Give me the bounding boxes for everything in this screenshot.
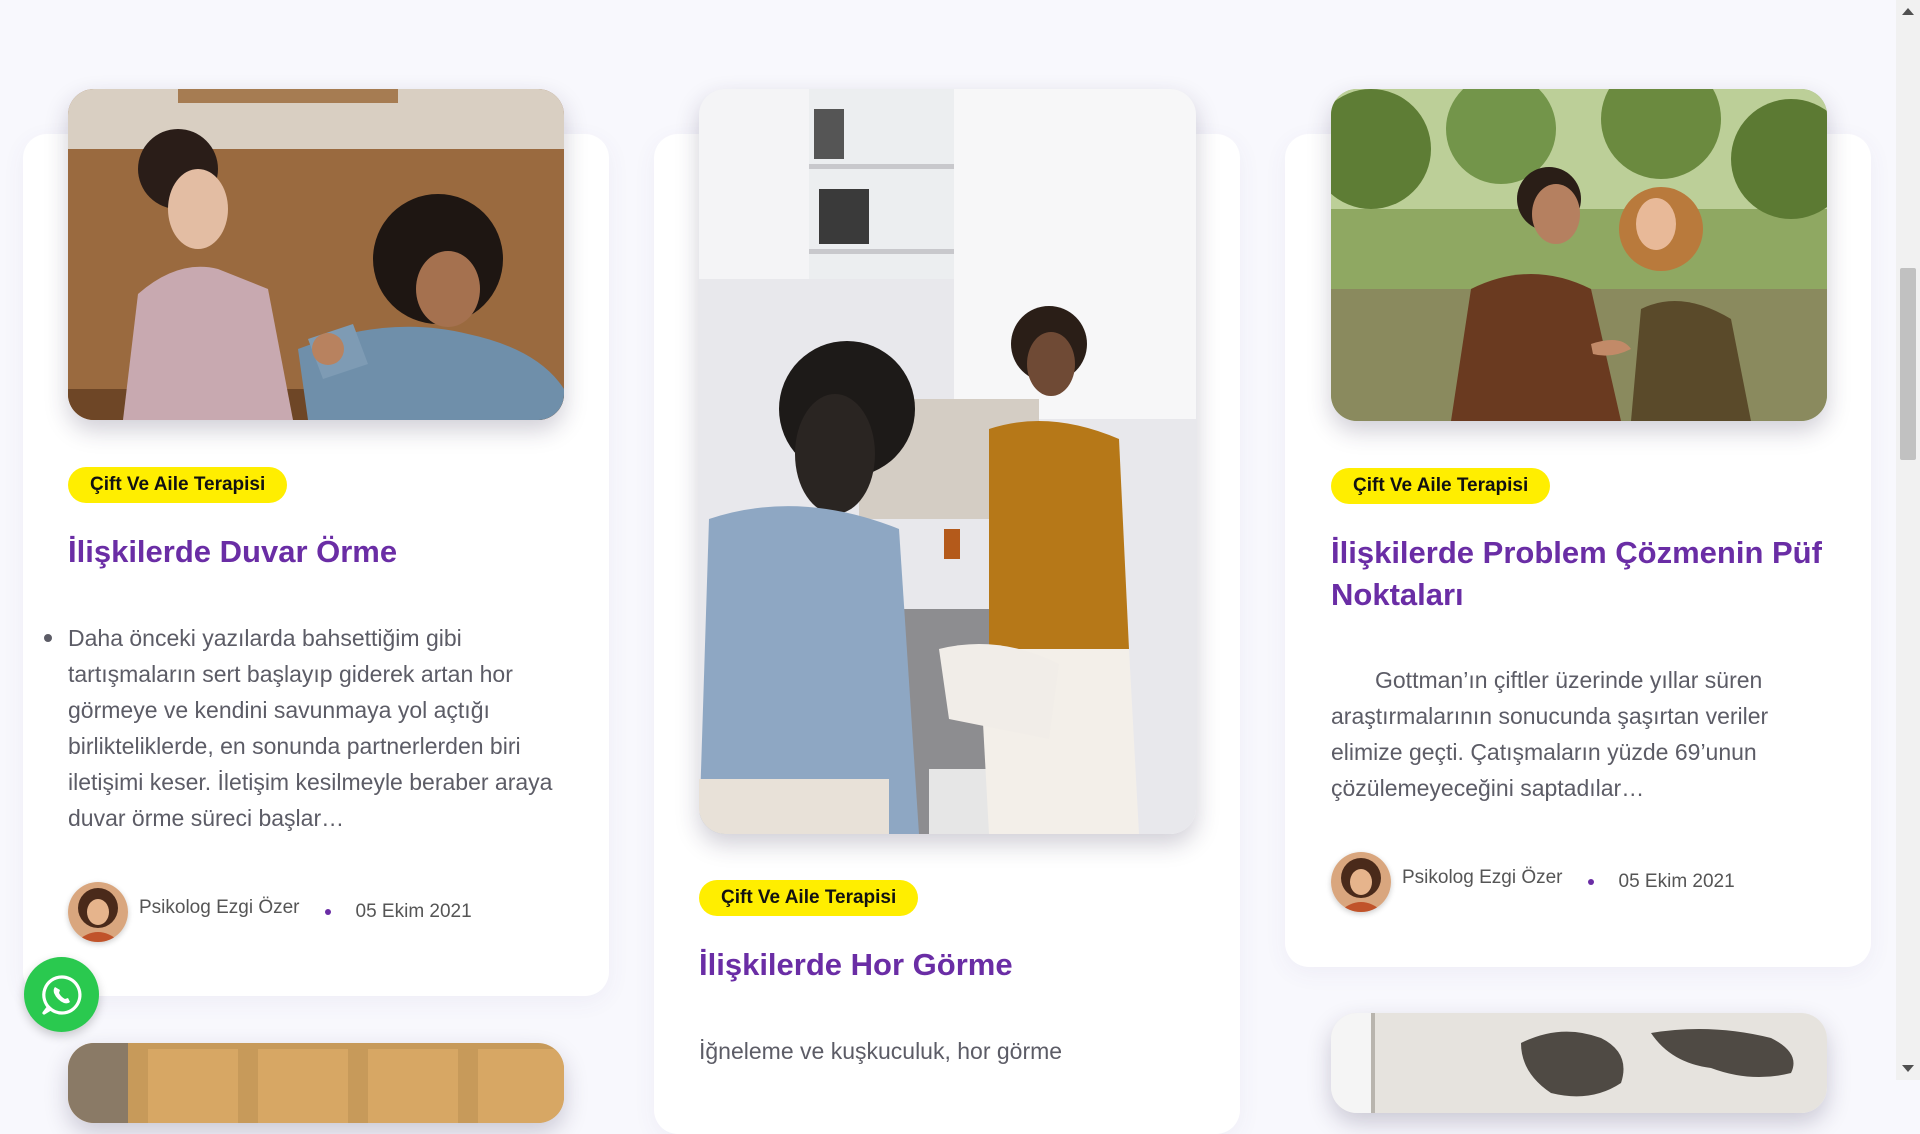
post-image-problem-cozme[interactable] bbox=[1331, 89, 1827, 421]
post-excerpt: Daha önceki yazılarda bahsettiğim gibi t… bbox=[68, 625, 553, 831]
avatar-photo bbox=[68, 882, 128, 942]
category-tag[interactable]: Çift Ve Aile Terapisi bbox=[1331, 468, 1551, 504]
post-image-next-left[interactable] bbox=[68, 1043, 564, 1123]
post-meta: Psikolog Ezgi Özer 05 Ekim 2021 bbox=[1331, 852, 1735, 912]
post-title[interactable]: İlişkilerde Problem Çözmenin Püf Noktala… bbox=[1331, 532, 1831, 616]
photo-couple-park bbox=[1331, 89, 1827, 421]
photo-kitchen-cabinets bbox=[68, 1043, 564, 1123]
author-avatar[interactable] bbox=[1331, 852, 1391, 912]
whatsapp-button[interactable] bbox=[24, 957, 99, 1032]
author-name[interactable]: Psikolog Ezgi Özer bbox=[139, 897, 300, 919]
meta-separator bbox=[324, 909, 331, 915]
list-bullet bbox=[44, 634, 52, 642]
category-tag[interactable]: Çift Ve Aile Terapisi bbox=[68, 467, 288, 503]
photo-couple-kitchen bbox=[699, 89, 1196, 834]
author-avatar[interactable] bbox=[68, 882, 128, 942]
meta-separator bbox=[1587, 879, 1594, 885]
post-excerpt: Gottman’ın çiftler üzerinde yıllar süren… bbox=[1331, 667, 1769, 801]
author-name[interactable]: Psikolog Ezgi Özer bbox=[1402, 867, 1563, 889]
chevron-up-icon[interactable] bbox=[1902, 8, 1914, 15]
photo-world-map-wall bbox=[1331, 1013, 1827, 1113]
post-title[interactable]: İlişkilerde Hor Görme bbox=[699, 944, 1199, 986]
category-tag[interactable]: Çift Ve Aile Terapisi bbox=[699, 880, 919, 916]
post-excerpt: İğneleme ve kuşkuculuk, hor görme bbox=[699, 1038, 1063, 1064]
post-meta: Psikolog Ezgi Özer 05 Ekim 2021 bbox=[68, 882, 472, 942]
scrollbar-thumb[interactable] bbox=[1900, 268, 1916, 460]
chevron-down-icon[interactable] bbox=[1902, 1065, 1914, 1072]
post-title[interactable]: İlişkilerde Duvar Örme bbox=[68, 531, 568, 573]
post-date: 05 Ekim 2021 bbox=[355, 901, 472, 922]
photo-women-arguing bbox=[68, 89, 564, 420]
avatar-photo bbox=[1331, 852, 1391, 912]
post-date: 05 Ekim 2021 bbox=[1618, 871, 1735, 892]
post-image-duvar-orme[interactable] bbox=[68, 89, 564, 420]
post-image-next-right[interactable] bbox=[1331, 1013, 1827, 1113]
page-scrollbar[interactable] bbox=[1896, 0, 1920, 1080]
post-image-hor-gorme[interactable] bbox=[699, 89, 1196, 834]
whatsapp-icon bbox=[41, 974, 81, 1015]
